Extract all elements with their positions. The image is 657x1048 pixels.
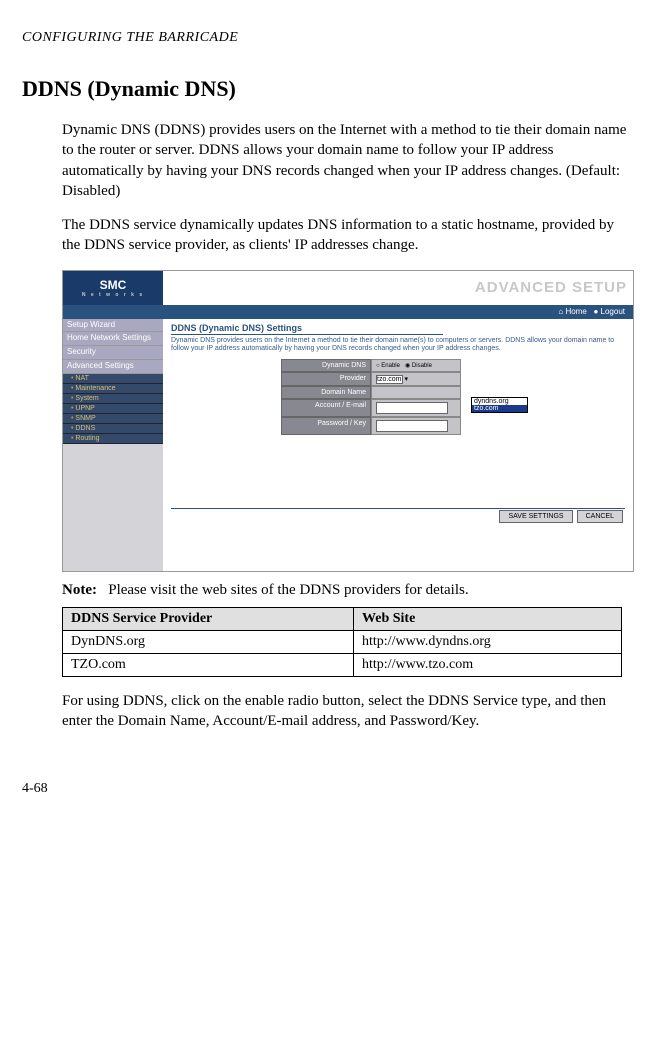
label-password: Password / Key [281,417,371,435]
sidebar-group-wizard[interactable]: Setup Wizard [63,319,163,333]
cancel-button[interactable]: CANCEL [577,510,623,523]
sidebar-group-home-network[interactable]: Home Network Settings [63,332,163,346]
logout-link[interactable]: ● Logout [593,307,625,316]
label-dynamic-dns: Dynamic DNS [281,359,371,372]
sidebar-item-snmp[interactable]: SNMP [63,414,163,424]
note-line: Note: Please visit the web sites of the … [62,582,635,599]
sidebar-item-maintenance[interactable]: Maintenance [63,384,163,394]
th-provider: DDNS Service Provider [63,607,354,630]
account-input[interactable] [376,402,448,414]
field-domain-name [371,386,461,399]
paragraph-2: The DDNS service dynamically updates DNS… [62,215,630,256]
advanced-setup-label: ADVANCED SETUP [163,279,633,296]
section-title: DDNS (Dynamic DNS) [22,76,635,102]
cell-website-tzo: http://www.tzo.com [354,653,622,676]
sidebar-item-routing[interactable]: Routing [63,434,163,444]
panel-description: Dynamic DNS provides users on the Intern… [171,337,625,354]
label-account: Account / E-mail [281,399,371,417]
sidebar-item-ddns[interactable]: DDNS [63,424,163,434]
home-label: Home [565,307,586,316]
content-panel: DDNS (Dynamic DNS) Settings Dynamic DNS … [163,319,633,571]
note-text: Please visit the web sites of the DDNS p… [108,582,468,598]
sidebar: Setup Wizard Home Network Settings Secur… [63,319,163,571]
label-domain-name: Domain Name [281,386,371,399]
field-password [371,417,461,435]
table-row: DynDNS.org http://www.dyndns.org [63,630,622,653]
smc-logo: SMC N e t w o r k s [63,271,163,305]
label-provider: Provider [281,372,371,386]
page-number: 4-68 [22,781,635,797]
field-dynamic-dns: ○ Enable ◉ Disable [371,359,461,372]
logout-label: Logout [601,307,625,316]
panel-title: DDNS (Dynamic DNS) Settings [171,323,443,335]
paragraph-1: Dynamic DNS (DDNS) provides users on the… [62,120,630,201]
sidebar-group-security[interactable]: Security [63,346,163,360]
ddns-form: Dynamic DNS ○ Enable ◉ Disable Provider … [281,359,625,435]
paragraph-3: For using DDNS, click on the enable radi… [62,691,630,732]
th-website: Web Site [354,607,622,630]
save-settings-button[interactable]: SAVE SETTINGS [499,510,572,523]
radio-enable[interactable]: ○ Enable [376,363,400,369]
divider [171,508,625,509]
embedded-screenshot: SMC N e t w o r k s ADVANCED SETUP ⌂ Hom… [62,270,634,572]
sidebar-item-system[interactable]: System [63,394,163,404]
table-row: TZO.com http://www.tzo.com [63,653,622,676]
radio-enable-label: Enable [381,363,400,369]
provider-select[interactable]: tzo.com [376,375,403,384]
radio-disable-label: Disable [412,363,432,369]
sidebar-item-upnp[interactable]: UPNP [63,404,163,414]
sidebar-item-nat[interactable]: NAT [63,374,163,384]
providers-table: DDNS Service Provider Web Site DynDNS.or… [62,607,622,677]
logo-text: SMC [100,278,127,292]
cell-website-dyndns: http://www.dyndns.org [354,630,622,653]
logo-subtext: N e t w o r k s [82,292,144,298]
top-nav-bar: ⌂ Home ● Logout [63,305,633,319]
field-provider: tzo.com ▾ [371,372,461,386]
cell-provider-tzo: TZO.com [63,653,354,676]
note-label: Note: [62,582,97,598]
password-input[interactable] [376,420,448,432]
cell-provider-dyndns: DynDNS.org [63,630,354,653]
provider-option-tzo[interactable]: tzo.com [472,405,527,412]
home-link[interactable]: ⌂ Home [558,307,586,316]
provider-dropdown-open: dyndns.org tzo.com [471,397,528,413]
sidebar-group-advanced[interactable]: Advanced Settings [63,360,163,374]
field-account [371,399,461,417]
running-header: CONFIGURING THE BARRICADE [22,30,635,46]
provider-option-dyndns[interactable]: dyndns.org [472,398,527,405]
radio-disable[interactable]: ◉ Disable [405,363,432,369]
